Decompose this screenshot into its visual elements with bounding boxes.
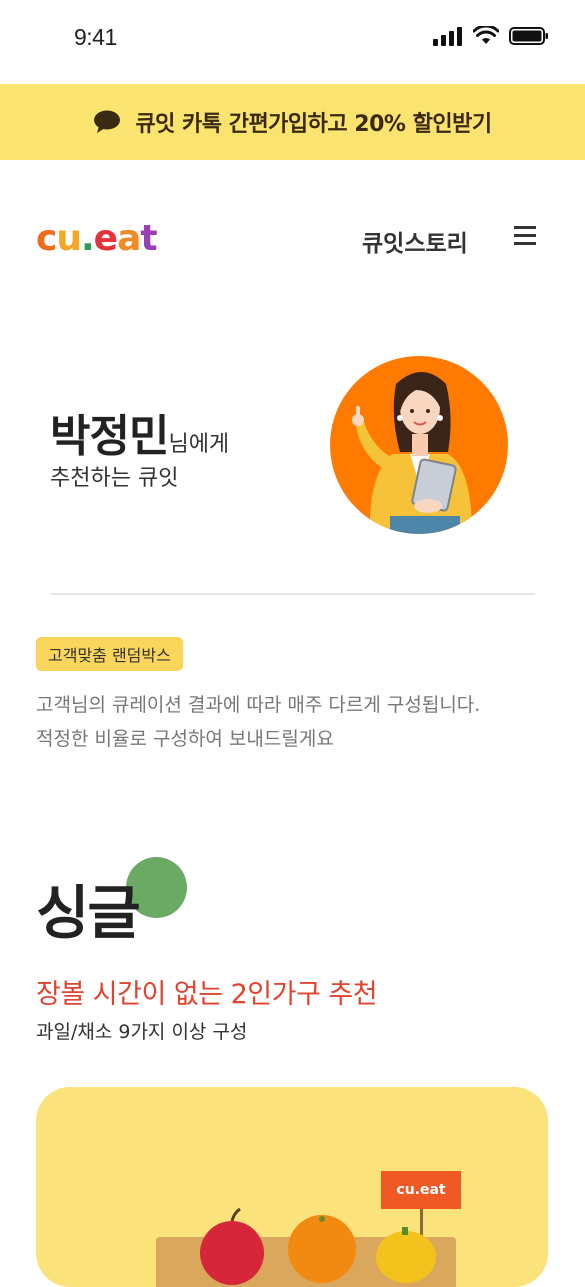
banner-text: 큐잇 카톡 간편가입하고 20% 할인받기 (135, 112, 492, 137)
logo-letter-e: e (93, 218, 118, 259)
plan-product-card[interactable]: cu.eat (36, 1087, 548, 1287)
status-icons (433, 26, 549, 46)
wifi-icon (473, 26, 499, 44)
section-divider (50, 593, 535, 595)
logo-letter-u: u (56, 218, 82, 259)
logo-letter-t: t (140, 218, 157, 259)
chat-bubble-icon (94, 110, 121, 133)
nav-cueat-story[interactable]: 큐잇스토리 (362, 224, 468, 258)
greeting-line2: 추천하는 큐잇 (50, 466, 179, 491)
kakao-signup-banner[interactable]: 큐잇 카톡 간편가입하고 20% 할인받기 (0, 84, 585, 160)
logo-letter-a: a (117, 218, 141, 259)
greeting-suffix: 님에게 (168, 432, 230, 457)
curator-avatar (330, 356, 508, 534)
description-line-2: 적정한 비율로 구성하여 보내드릴게요 (36, 728, 334, 750)
random-box-description: 고객님의 큐레이션 결과에 따라 매주 다르게 구성됩니다. 적정한 비율로 구… (36, 688, 480, 756)
logo-letter-c: c (36, 218, 57, 259)
cueat-flag: cu.eat (381, 1171, 461, 1209)
battery-icon (509, 27, 548, 45)
site-header: cu.eat 큐잇스토리 (0, 200, 585, 280)
plan-note: 과일/채소 9가지 이상 구성 (36, 1021, 248, 1043)
cueat-logo[interactable]: cu.eat (36, 218, 158, 259)
curator-illustration (352, 372, 472, 534)
fruit-box-image (156, 1203, 456, 1287)
random-box-tag: 고객맞춤 랜덤박스 (36, 637, 183, 671)
plan-subtitle: 장볼 시간이 없는 2인가구 추천 (36, 979, 378, 1010)
description-line-1: 고객님의 큐레이션 결과에 따라 매주 다르게 구성됩니다. (36, 694, 481, 716)
flag-label: cu.eat (396, 1182, 446, 1198)
customer-name: 박정민 (50, 411, 169, 462)
greeting: 박정민님에게 추천하는 큐잇 (50, 400, 230, 491)
status-time: 9:41 (74, 24, 117, 50)
hamburger-menu-icon[interactable] (514, 226, 536, 246)
logo-dot: . (80, 218, 95, 259)
status-bar: 9:41 (0, 0, 585, 84)
signal-icon (433, 27, 462, 46)
plan-title: 싱글 (36, 879, 141, 947)
